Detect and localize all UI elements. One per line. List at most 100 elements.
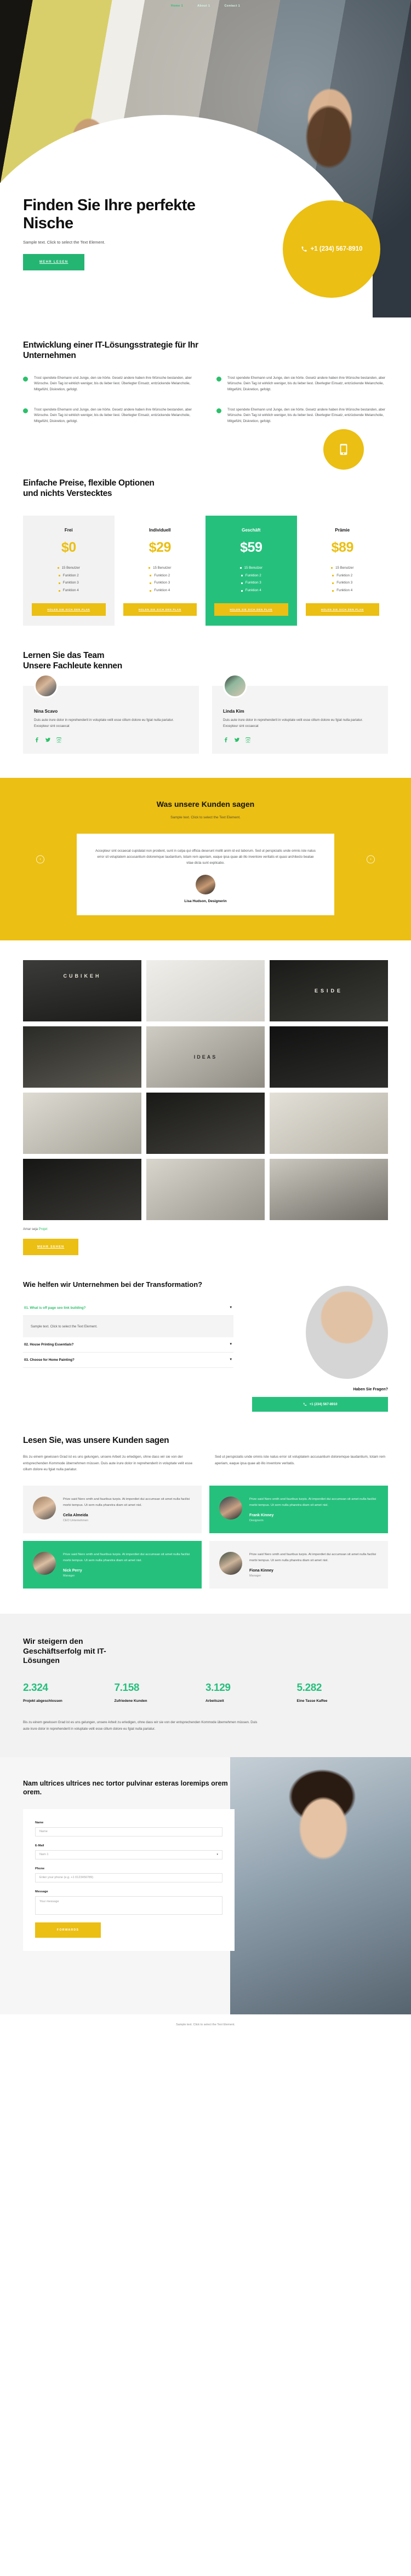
name-input[interactable]: Name: [35, 1827, 222, 1836]
plan-feature-label: Funktion 4: [245, 588, 261, 593]
faq-question-2[interactable]: 02. House Printing Essentials? ▼: [23, 1337, 234, 1353]
plan-price: $59: [240, 539, 262, 555]
testimonial-section: Was unsere Kunden sagen Sample text. Cli…: [0, 778, 411, 941]
review-author: Celia Almeida: [63, 1514, 88, 1518]
message-textarea[interactable]: Your message: [35, 1896, 222, 1915]
portfolio-tile[interactable]: [146, 960, 265, 1022]
pricing-card-praemie: Prämie $89 15 Benutzer Funktion 2 Funkti…: [297, 516, 389, 626]
contact-form: Name Name E-Mail Nam 1 ▾ Phone Enter you…: [23, 1809, 235, 1951]
chevron-down-icon[interactable]: ▼: [229, 1358, 232, 1361]
chevron-down-icon[interactable]: ▾: [216, 1853, 218, 1856]
nav-item-contact[interactable]: Contact 1: [224, 4, 240, 8]
instagram-icon[interactable]: [56, 737, 62, 743]
portfolio-tile[interactable]: ESIDE: [270, 960, 388, 1022]
nav-item-home[interactable]: Home 1: [171, 4, 183, 8]
review-role: Manager: [63, 1574, 75, 1578]
avatar: [196, 875, 215, 895]
portfolio-tile[interactable]: [23, 1026, 141, 1088]
hero-cta-button[interactable]: MEHR LESEN: [23, 254, 85, 270]
plan-cta-button[interactable]: HOLEN SIE SICH DEN PLAN: [305, 603, 379, 616]
team-title-line1: Lernen Sie das Team: [23, 651, 105, 661]
stat-item: 5.282 Eine Tasse Kaffee: [297, 1682, 389, 1703]
portfolio-note-link[interactable]: Projet: [39, 1228, 48, 1231]
bullet-square-icon: [58, 590, 60, 592]
social-links[interactable]: [223, 737, 377, 743]
features-section: Entwicklung einer IT-Lösungsstrategie fü…: [0, 317, 411, 425]
plan-feature-label: Funktion 4: [62, 588, 79, 593]
team-grid: Nina Scavo Duis aute irure dolor in repr…: [23, 674, 388, 754]
plan-cta-button[interactable]: HOLEN SIE SICH DEN PLAN: [214, 603, 288, 616]
stat-value: 3.129: [206, 1682, 231, 1694]
phone-icon: [303, 1403, 306, 1406]
social-links[interactable]: [34, 737, 188, 743]
hero-phone-badge[interactable]: +1 (234) 567-8910: [283, 200, 380, 298]
stat-item: 3.129 Arbeitszeit: [206, 1682, 297, 1703]
portfolio-tile[interactable]: [23, 1093, 141, 1154]
field-label: Phone: [35, 1867, 45, 1870]
review-author: Fiona Kinney: [249, 1569, 273, 1573]
portfolio-tile[interactable]: [270, 1159, 388, 1221]
faq-phone-button[interactable]: +1 (234) 567-8910: [252, 1397, 388, 1412]
plan-features: 15 Benutzer Funktion 2 Funktion 3 Funkti…: [301, 564, 384, 595]
portfolio-tile[interactable]: [23, 1159, 141, 1221]
portfolio-tile[interactable]: [270, 1093, 388, 1154]
faq-question-3[interactable]: 03. Choose for Home Painting? ▼: [23, 1353, 234, 1368]
bullet-dot-icon: [23, 408, 28, 413]
email-select[interactable]: Nam 1 ▾: [35, 1850, 222, 1859]
plan-features: 15 Benutzer Funktion 2 Funktion 3 Funkti…: [210, 564, 293, 595]
plan-feature-label: 15 Benutzer: [244, 565, 262, 570]
reviews-section: Lesen Sie, was unsere Kunden sagen Bis z…: [0, 1412, 411, 1589]
team-card-linda: Linda Kim Duis aute irure dolor in repre…: [212, 674, 388, 754]
portfolio-cta-button[interactable]: MEHR SEHEN: [23, 1239, 79, 1256]
twitter-icon[interactable]: [45, 737, 51, 743]
faq-question-1[interactable]: 01. What is off page seo link building? …: [23, 1301, 234, 1316]
review-card-celia: Prize said Nero smth and fauribus turpis…: [23, 1485, 202, 1534]
consultant-photo: [306, 1286, 388, 1379]
chevron-down-icon[interactable]: ▼: [229, 1306, 232, 1309]
plan-feature: Funktion 3: [301, 579, 384, 587]
review-text: Prize said Nero smth and fauribus turpis…: [63, 1497, 190, 1507]
plan-features: 15 Benutzer Funktion 2 Funktion 3 Funkti…: [27, 564, 110, 595]
faq-right: Haben Sie Fragen? +1 (234) 567-8910: [252, 1280, 388, 1412]
chevron-down-icon[interactable]: ▼: [229, 1343, 232, 1346]
plan-feature-label: Funktion 3: [154, 581, 170, 585]
plan-cta-button[interactable]: HOLEN SIE SICH DEN PLAN: [123, 603, 197, 616]
review-body: Prize said Nero smth and fauribus turpis…: [63, 1497, 192, 1522]
plan-feature-label: 15 Benutzer: [61, 565, 80, 570]
portfolio-tile[interactable]: [146, 1159, 265, 1221]
stat-label: Zufriedene Kunden: [114, 1699, 147, 1703]
twitter-icon[interactable]: [234, 737, 240, 743]
top-navigation[interactable]: Home 1 About 1 Contact 1: [0, 0, 411, 12]
avatar: [33, 1552, 56, 1575]
stat-item: 7.158 Zufriedene Kunden: [115, 1682, 206, 1703]
instagram-icon[interactable]: [245, 737, 251, 743]
carousel-prev-icon[interactable]: ‹: [36, 855, 44, 864]
carousel-next-icon[interactable]: ›: [367, 855, 375, 864]
facebook-icon[interactable]: [34, 737, 40, 743]
faq-section: Wie helfen wir Unternehmen bei der Trans…: [0, 1255, 411, 1412]
portfolio-tile[interactable]: CUBIKEH: [23, 960, 141, 1022]
facebook-icon[interactable]: [223, 737, 229, 743]
submit-button[interactable]: FORWARDS: [35, 1922, 101, 1938]
phone-icon: [301, 246, 307, 252]
mobile-device-icon: [340, 443, 347, 455]
plan-cta-button[interactable]: HOLEN SIE SICH DEN PLAN: [32, 603, 106, 616]
plan-feature: Funktion 2: [27, 572, 110, 580]
portfolio-tile[interactable]: [146, 1093, 265, 1154]
portfolio-section: CUBIKEH ESIDE IDEAS Amar seja Projet MEH…: [0, 940, 411, 1256]
faq-list: 01. What is off page seo link building? …: [23, 1301, 234, 1368]
contact-section: Nam ultrices ultrices nec tortor pulvina…: [0, 1757, 411, 2015]
portfolio-tile[interactable]: IDEAS: [146, 1026, 265, 1088]
nav-item-about[interactable]: About 1: [197, 4, 210, 8]
pricing-title: Einfache Preise, flexible Optionen und n…: [23, 478, 155, 498]
avatar: [34, 674, 58, 698]
bullet-square-icon: [241, 582, 243, 584]
portfolio-tile[interactable]: [270, 1026, 388, 1088]
field-label: Message: [35, 1890, 48, 1893]
portfolio-tile-label: ESIDE: [314, 988, 343, 994]
stat-value: 5.282: [296, 1682, 322, 1694]
review-role: Manager: [249, 1574, 261, 1578]
review-card-fiona: Prize said Nero smth and fauribus turpis…: [209, 1541, 388, 1589]
reviews-title: Lesen Sie, was unsere Kunden sagen: [23, 1436, 169, 1446]
phone-input[interactable]: Enter your phone (e.g. +1 0123456789): [35, 1873, 222, 1882]
